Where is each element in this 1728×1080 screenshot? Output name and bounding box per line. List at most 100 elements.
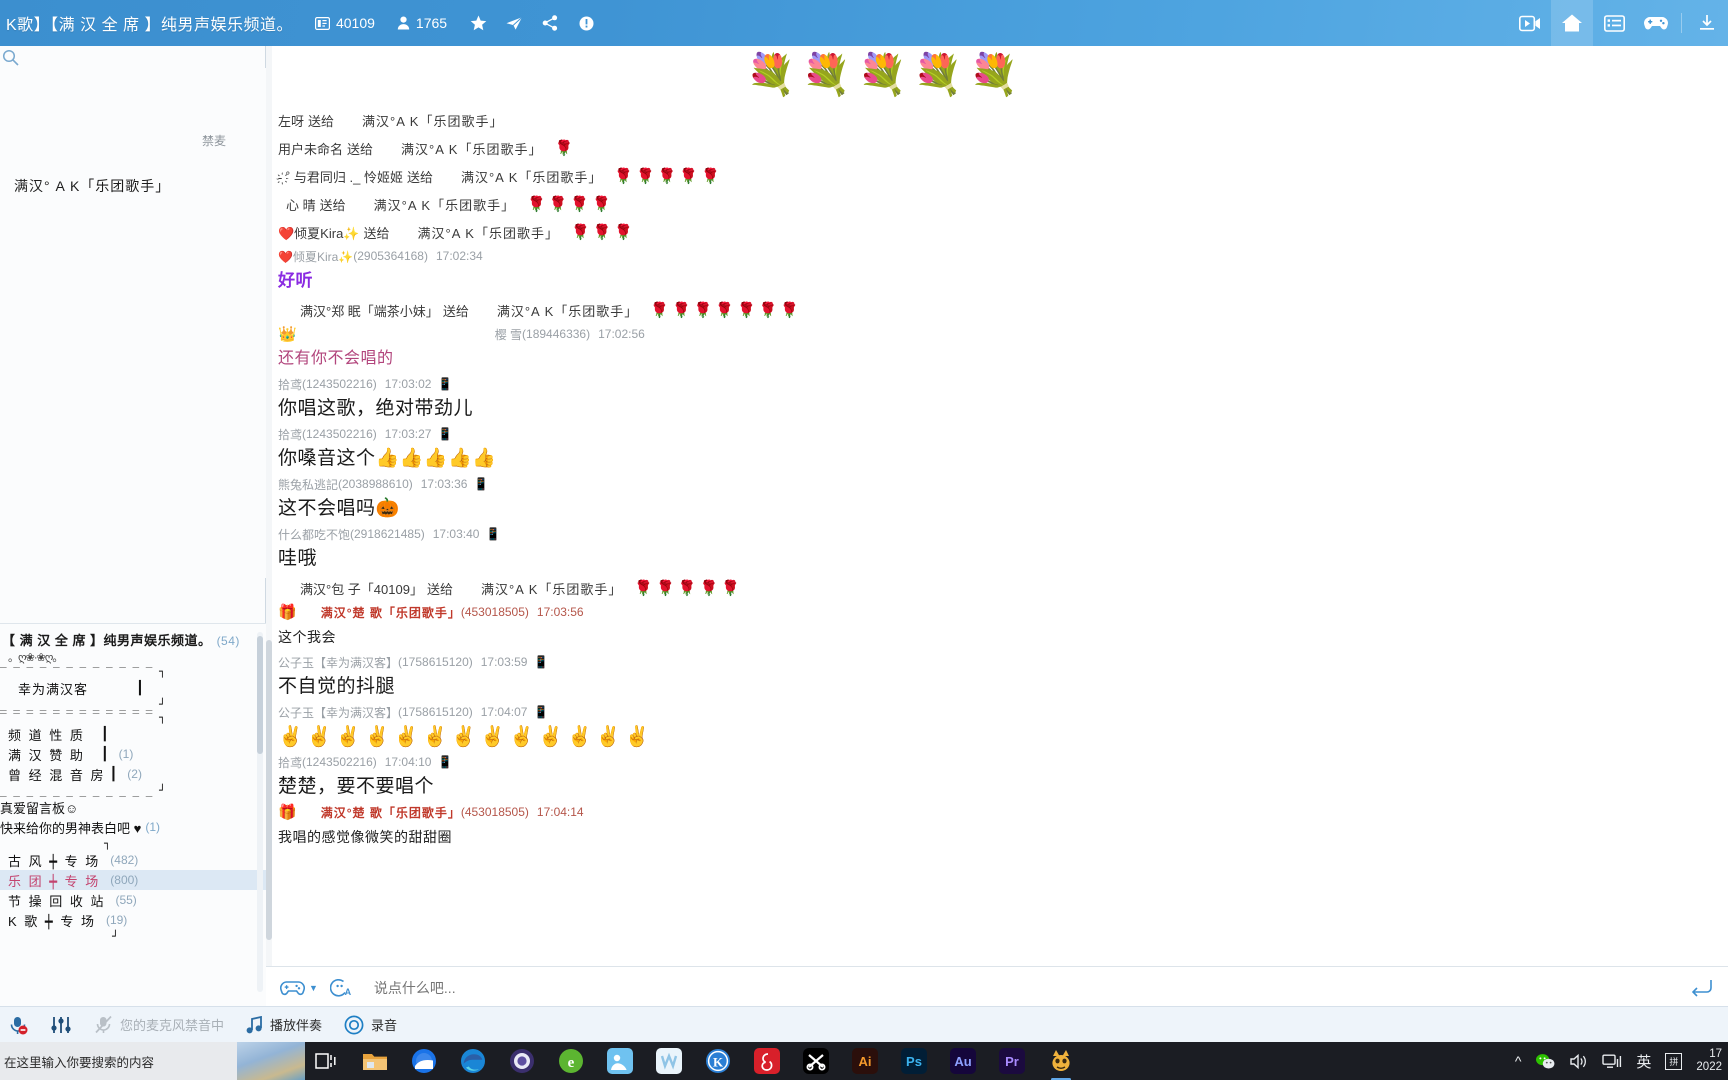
audition-icon[interactable]: Au bbox=[950, 1048, 976, 1074]
message-nick[interactable]: ❤️倾夏Kira✨ bbox=[278, 248, 353, 265]
edge-browser-icon[interactable] bbox=[460, 1048, 486, 1074]
system-tray: ^ 英 拼 17 2022 bbox=[1515, 1042, 1728, 1080]
sidebar-item-kge[interactable]: K 歌 ┿ 专 场 (19) bbox=[0, 910, 266, 930]
message-nick[interactable]: 拾鸢 bbox=[278, 426, 302, 443]
sidebar-scrollbar-thumb[interactable] bbox=[257, 636, 263, 754]
message-host-17: 🎁 满汉°楚 歌「乐团歌手」 (453018505) 17:04:14 我唱的感… bbox=[266, 802, 1728, 852]
gamepad-icon[interactable] bbox=[280, 979, 305, 997]
gift-line: 用户未命名 送给 满汉°A K「乐团歌手」 🌹 bbox=[278, 134, 1728, 162]
video-icon[interactable] bbox=[1509, 0, 1551, 46]
chevron-up-icon[interactable]: ^ bbox=[1515, 1053, 1522, 1069]
gift-sender[interactable]: 心 晴 bbox=[286, 195, 316, 214]
board-sub[interactable]: 快来给你的男神表白吧 ♥ (1) bbox=[0, 817, 266, 837]
wps-office-icon[interactable] bbox=[656, 1048, 682, 1074]
taskbar-clock[interactable]: 17 2022 bbox=[1696, 1048, 1722, 1074]
gift-verb: 送给 bbox=[406, 169, 433, 185]
message-nick[interactable]: 樱 雪 bbox=[495, 326, 522, 343]
room-3-name: K 歌 ┿ 专 场 bbox=[8, 913, 96, 929]
channel-row-0[interactable]: 频 道 性 质 ┃ bbox=[0, 724, 266, 744]
mic-seat-user[interactable]: 满汉° A K「乐团歌手」 bbox=[14, 176, 170, 196]
ascii-box-bottom: _ _ _ _ _ _ _ _ _ _ _ _ ┘ bbox=[0, 784, 166, 797]
face-a-icon[interactable]: A bbox=[329, 978, 352, 998]
gift-sender[interactable]: -҉ ˚ 与君同归 ._ 怜姬姬 bbox=[278, 167, 403, 186]
message-nick[interactable]: 公子玉【幸为满汉客】 bbox=[278, 704, 398, 721]
audition-label: Au bbox=[954, 1053, 972, 1069]
kugou-music-icon[interactable]: K bbox=[705, 1048, 731, 1074]
message-nick[interactable]: 拾鸢 bbox=[278, 754, 302, 771]
message-text-11: 什么都吃不饱 (2918621485) 17:03:40 📱 哇哦 bbox=[266, 524, 1728, 574]
sidebar-item-jiecao[interactable]: 节 操 回 收 站 (55) bbox=[0, 890, 266, 910]
yy-voice-icon[interactable] bbox=[1048, 1048, 1074, 1080]
channel-row-2[interactable]: 曾 经 混 音 房 ┃ (2) bbox=[0, 764, 266, 784]
gift-receiver[interactable]: 满汉°A K「乐团歌手」 bbox=[401, 139, 542, 158]
ime-language-icon[interactable]: 英 bbox=[1636, 1051, 1651, 1072]
ime-mode-icon[interactable]: 拼 bbox=[1665, 1052, 1683, 1070]
message-nick[interactable]: 什么都吃不饱 bbox=[278, 526, 350, 543]
board-sub-text: 快来给你的男神表白吧 ♥ bbox=[0, 820, 142, 836]
room-1-name: 乐 团 ┿ 专 场 bbox=[8, 873, 101, 889]
list-icon[interactable] bbox=[1593, 0, 1635, 46]
sidebar-search-row[interactable] bbox=[0, 46, 266, 68]
message-nick[interactable]: 满汉°楚 歌「乐团歌手」 bbox=[321, 604, 461, 621]
message-nick[interactable]: 公子玉【幸为满汉客】 bbox=[278, 654, 398, 671]
ascii-box-mid2: ‾ ‾ ‾ ‾ ‾ ‾ ‾ ‾ ‾ ‾ ‾ ‾ ┐ bbox=[0, 711, 166, 724]
gift-receiver[interactable]: 满汉°A K「乐团歌手」 bbox=[362, 111, 503, 130]
network-icon[interactable] bbox=[1602, 1053, 1622, 1070]
message-nick[interactable]: 拾鸢 bbox=[278, 376, 302, 393]
message-meta: 拾鸢 (1243502216) 17:04:10 📱 bbox=[278, 752, 1728, 772]
channel-group-label[interactable]: 幸为满汉客 ┃ bbox=[0, 678, 266, 698]
gift-receiver[interactable]: 满汉°A K「乐团歌手」 bbox=[461, 167, 602, 186]
premiere-icon[interactable]: Pr bbox=[999, 1048, 1025, 1074]
message-uid: (2038988610) bbox=[338, 477, 413, 491]
gift-sender[interactable]: 用户未命名 bbox=[278, 139, 343, 158]
gift-sender[interactable]: 满汉°郑 眠「端茶小妹」 bbox=[300, 301, 439, 320]
netease-music-icon[interactable] bbox=[754, 1048, 780, 1074]
volume-icon[interactable] bbox=[1569, 1053, 1588, 1070]
gift-receiver[interactable]: 满汉°A K「乐团歌手」 bbox=[497, 301, 638, 320]
sogou-browser-icon[interactable]: e bbox=[558, 1048, 584, 1074]
illustrator-icon[interactable]: Ai bbox=[852, 1048, 878, 1074]
mic-status: 您的麦克风禁音中 bbox=[94, 1015, 224, 1034]
gift-receiver[interactable]: 满汉°A K「乐团歌手」 bbox=[418, 223, 559, 242]
gamepad-icon[interactable] bbox=[1635, 0, 1677, 46]
gift-receiver[interactable]: 满汉°A K「乐团歌手」 bbox=[374, 195, 515, 214]
sidebar-item-yuetuan[interactable]: 乐 团 ┿ 专 场 (800) bbox=[0, 870, 266, 890]
warning-icon[interactable] bbox=[577, 14, 595, 32]
gift-sender[interactable]: 左呀 bbox=[278, 111, 304, 130]
taskbar-search[interactable]: 在这里输入你要搜索的内容 bbox=[0, 1042, 305, 1080]
file-explorer-icon[interactable] bbox=[362, 1048, 388, 1074]
record-button[interactable]: 录音 bbox=[344, 1015, 397, 1035]
message-gift-3: 心 晴 送给 满汉°A K「乐团歌手」 🌹🌹🌹🌹 bbox=[266, 190, 1728, 218]
equalizer-icon[interactable] bbox=[50, 1015, 72, 1035]
message-gift-0: 左呀 送给 满汉°A K「乐团歌手」 bbox=[266, 106, 1728, 134]
share-icon[interactable] bbox=[541, 14, 559, 32]
message-input[interactable] bbox=[373, 979, 1692, 996]
chevron-down-icon[interactable]: ▼ bbox=[309, 983, 318, 993]
capcut-icon[interactable] bbox=[803, 1048, 829, 1074]
message-text-8: 拾鸢 (1243502216) 17:03:02 📱 你唱这歌，绝对带劲儿 bbox=[266, 374, 1728, 424]
airplane-icon[interactable] bbox=[505, 14, 523, 32]
channel-row-1[interactable]: 满 汉 赞 助 ┃ (1) bbox=[0, 744, 266, 764]
gift-receiver[interactable]: 满汉°A K「乐团歌手」 bbox=[481, 579, 622, 598]
accompaniment-button[interactable]: 播放伴奏 bbox=[246, 1015, 322, 1034]
task-view-icon[interactable] bbox=[313, 1048, 339, 1074]
sidebar-item-guofeng[interactable]: 古 风 ┿ 专 场 (482) bbox=[0, 850, 266, 870]
home-icon[interactable] bbox=[1551, 0, 1593, 46]
wechat-icon[interactable] bbox=[1535, 1053, 1555, 1070]
mic-off-icon[interactable] bbox=[8, 1015, 28, 1035]
message-nick[interactable]: 熊兔私逃記 bbox=[278, 476, 338, 493]
uc-browser-icon[interactable] bbox=[509, 1048, 535, 1074]
douyin-app-icon[interactable] bbox=[607, 1048, 633, 1074]
board-title[interactable]: 真爱留言板☺ bbox=[0, 797, 266, 817]
send-icon[interactable] bbox=[1692, 979, 1714, 997]
gift-sender[interactable]: ❤️倾夏Kira✨ bbox=[278, 223, 360, 242]
minimize-icon[interactable] bbox=[1686, 0, 1728, 46]
star-icon[interactable] bbox=[469, 14, 487, 32]
gift-sender[interactable]: 满汉°包 子「40109」 bbox=[300, 579, 423, 598]
chat-scrollbar-thumb[interactable] bbox=[266, 640, 272, 940]
quark-browser-icon[interactable] bbox=[411, 1048, 437, 1074]
message-nick[interactable]: 满汉°楚 歌「乐团歌手」 bbox=[321, 804, 461, 821]
search-icon[interactable] bbox=[2, 49, 19, 66]
channel-tree-title[interactable]: 【 满 汉 全 席 】纯男声娱乐频道。 (54) bbox=[0, 624, 266, 651]
photoshop-icon[interactable]: Ps bbox=[901, 1048, 927, 1074]
